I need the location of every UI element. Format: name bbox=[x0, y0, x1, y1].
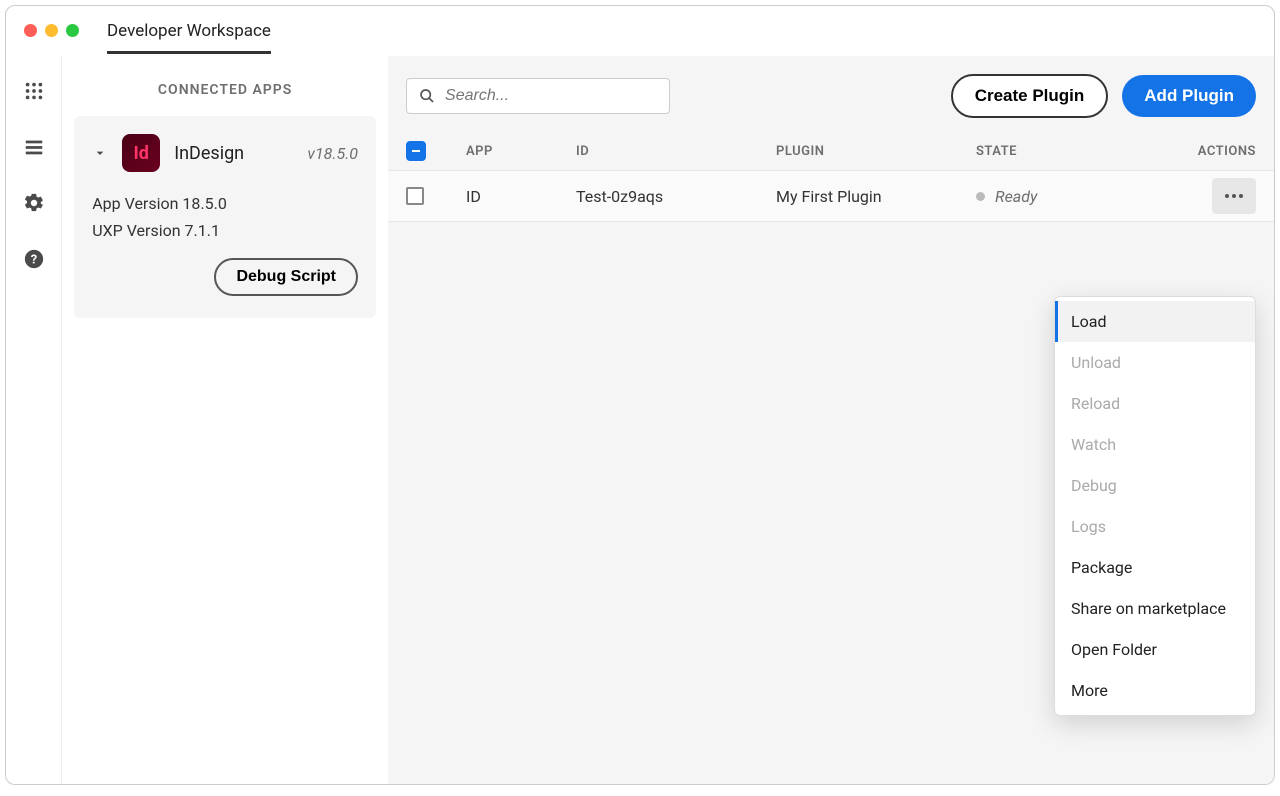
plugins-table: APP ID PLUGIN STATE ACTIONS ID Test-0z9a… bbox=[388, 132, 1274, 222]
col-app: APP bbox=[466, 144, 576, 159]
cell-id: Test-0z9aqs bbox=[576, 187, 776, 206]
state-label: Ready bbox=[995, 187, 1037, 206]
row-checkbox[interactable] bbox=[406, 187, 424, 205]
col-id: ID bbox=[576, 144, 776, 159]
menu-item-unload: Unload bbox=[1055, 342, 1255, 383]
window-controls bbox=[24, 24, 79, 37]
sidebar: CONNECTED APPS Id InDesign v18.5.0 App V… bbox=[61, 56, 388, 784]
add-plugin-button[interactable]: Add Plugin bbox=[1122, 75, 1256, 117]
create-plugin-button[interactable]: Create Plugin bbox=[951, 74, 1109, 118]
row-actions-button[interactable] bbox=[1212, 178, 1256, 214]
app-name: InDesign bbox=[174, 143, 293, 164]
body: ? CONNECTED APPS Id InDesign v18.5.0 App… bbox=[6, 56, 1274, 784]
actions-menu: LoadUnloadReloadWatchDebugLogsPackageSha… bbox=[1054, 296, 1256, 716]
menu-icon[interactable] bbox=[23, 136, 45, 158]
menu-item-open-folder[interactable]: Open Folder bbox=[1055, 629, 1255, 670]
menu-item-load[interactable]: Load bbox=[1055, 301, 1255, 342]
app-window: Developer Workspace ? CONNECTED APPS Id bbox=[5, 5, 1275, 785]
select-all-checkbox[interactable] bbox=[406, 141, 426, 161]
sidebar-title: CONNECTED APPS bbox=[74, 70, 376, 116]
minimize-icon[interactable] bbox=[45, 24, 58, 37]
tab-developer-workspace[interactable]: Developer Workspace bbox=[107, 7, 271, 54]
chevron-down-icon bbox=[92, 145, 108, 161]
state-dot-icon bbox=[976, 192, 985, 201]
toolbar: Create Plugin Add Plugin bbox=[388, 56, 1274, 132]
table-header: APP ID PLUGIN STATE ACTIONS bbox=[388, 132, 1274, 170]
cell-state: Ready bbox=[976, 187, 1176, 206]
menu-item-logs: Logs bbox=[1055, 506, 1255, 547]
search-input[interactable] bbox=[445, 87, 657, 105]
col-state: STATE bbox=[976, 144, 1176, 159]
maximize-icon[interactable] bbox=[66, 24, 79, 37]
menu-item-watch: Watch bbox=[1055, 424, 1255, 465]
nav-rail: ? bbox=[6, 56, 61, 784]
app-version: v18.5.0 bbox=[307, 144, 358, 163]
col-actions: ACTIONS bbox=[1176, 144, 1256, 159]
close-icon[interactable] bbox=[24, 24, 37, 37]
cell-app: ID bbox=[466, 187, 576, 206]
connected-app-card: Id InDesign v18.5.0 App Version 18.5.0 U… bbox=[74, 116, 376, 318]
menu-item-share-on-marketplace[interactable]: Share on marketplace bbox=[1055, 588, 1255, 629]
app-header[interactable]: Id InDesign v18.5.0 bbox=[92, 134, 358, 172]
cell-plugin: My First Plugin bbox=[776, 187, 976, 206]
svg-text:?: ? bbox=[30, 253, 36, 268]
menu-item-reload: Reload bbox=[1055, 383, 1255, 424]
indesign-icon: Id bbox=[122, 134, 160, 172]
menu-item-more[interactable]: More bbox=[1055, 670, 1255, 711]
col-plugin: PLUGIN bbox=[776, 144, 976, 159]
uxp-version-detail: UXP Version 7.1.1 bbox=[92, 217, 358, 244]
app-meta: App Version 18.5.0 UXP Version 7.1.1 bbox=[92, 190, 358, 244]
app-version-detail: App Version 18.5.0 bbox=[92, 190, 358, 217]
menu-item-package[interactable]: Package bbox=[1055, 547, 1255, 588]
apps-grid-icon[interactable] bbox=[23, 80, 45, 102]
menu-item-debug: Debug bbox=[1055, 465, 1255, 506]
search-field[interactable] bbox=[406, 78, 670, 114]
more-icon bbox=[1225, 194, 1243, 198]
gear-icon[interactable] bbox=[23, 192, 45, 214]
main-panel: Create Plugin Add Plugin APP ID PLUGIN S… bbox=[388, 56, 1274, 784]
table-row[interactable]: ID Test-0z9aqs My First Plugin Ready bbox=[388, 170, 1274, 222]
titlebar: Developer Workspace bbox=[6, 6, 1274, 56]
search-icon bbox=[419, 87, 435, 105]
debug-script-button[interactable]: Debug Script bbox=[214, 258, 358, 296]
help-icon[interactable]: ? bbox=[23, 248, 45, 270]
